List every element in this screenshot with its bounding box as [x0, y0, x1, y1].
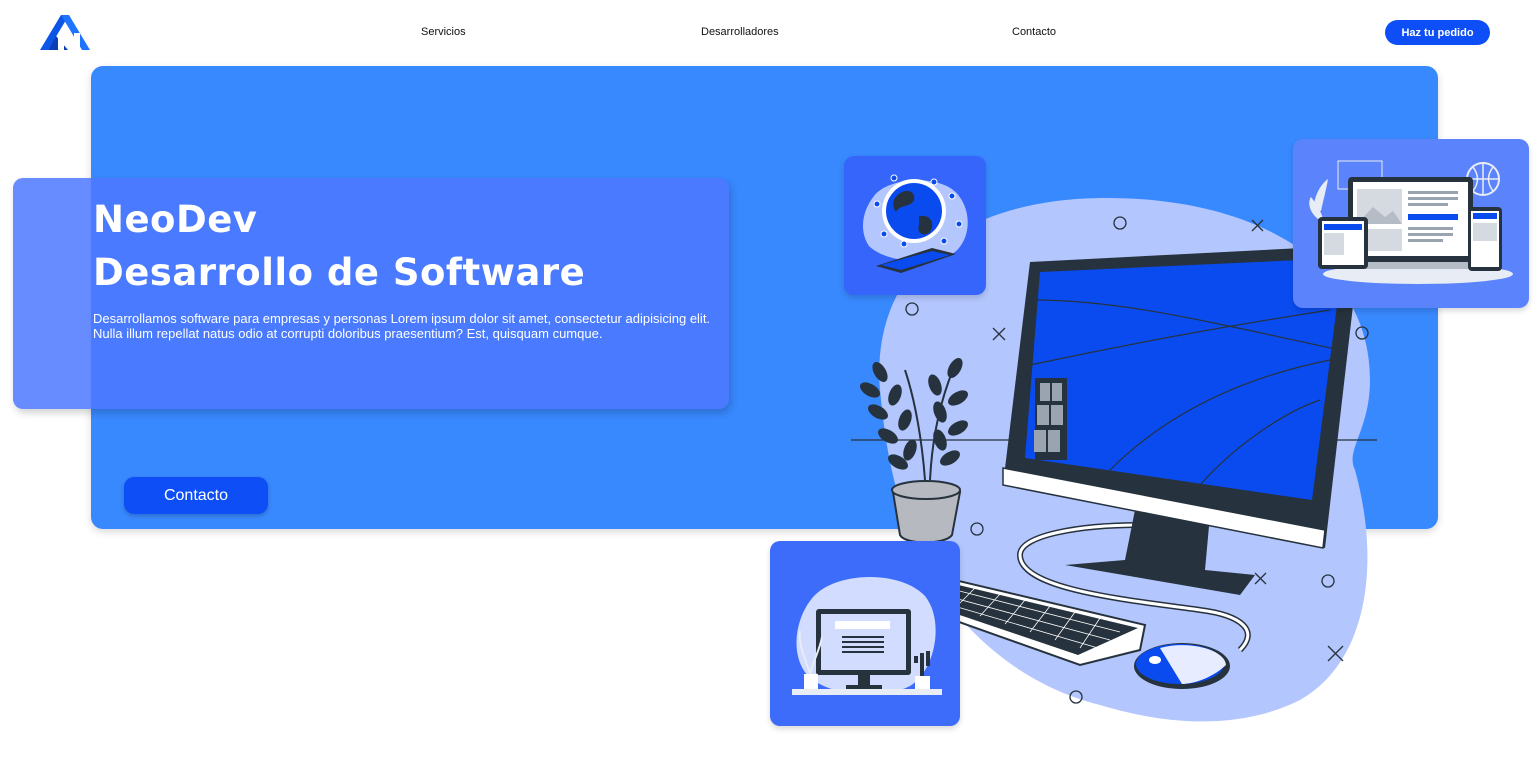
globe-network-card	[844, 156, 986, 295]
hero-description: Desarrollamos software para empresas y p…	[93, 311, 711, 341]
responsive-devices-icon	[1309, 160, 1513, 284]
globe-network-icon	[862, 174, 968, 273]
responsive-devices-card	[1293, 139, 1529, 308]
desk-computer-icon	[792, 577, 942, 695]
neodev-logo-icon[interactable]	[38, 10, 92, 54]
nav-link-desarrolladores[interactable]: Desarrolladores	[701, 26, 779, 38]
nav-link-servicios[interactable]: Servicios	[421, 26, 466, 38]
hero-subtitle: Desarrollo de Software	[93, 251, 586, 294]
nav-link-contacto[interactable]: Contacto	[1012, 26, 1056, 38]
desk-computer-card	[770, 541, 960, 726]
contact-button[interactable]: Contacto	[124, 477, 268, 514]
order-button[interactable]: Haz tu pedido	[1385, 20, 1490, 45]
hero-title: NeoDev	[93, 198, 258, 241]
